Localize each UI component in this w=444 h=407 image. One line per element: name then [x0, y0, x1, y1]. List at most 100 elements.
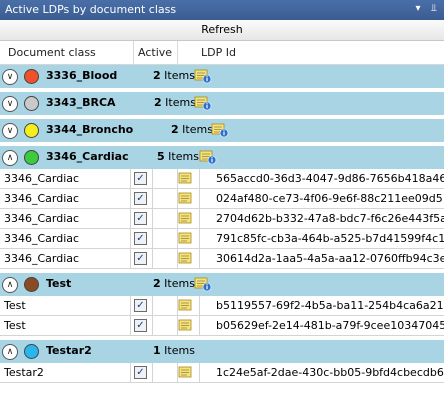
column-divider[interactable] — [177, 41, 178, 65]
group-row[interactable]: ∨ 3344_Broncho 2 Items — [0, 119, 444, 142]
active-checkbox[interactable]: ✓ — [134, 172, 147, 185]
column-header-document-class[interactable]: Document class — [8, 46, 96, 59]
cell-divider — [152, 316, 153, 336]
note-icon[interactable] — [178, 191, 196, 207]
group-name: Testar2 — [46, 344, 92, 357]
note-info-icon[interactable] — [194, 68, 212, 84]
status-dot-icon — [24, 123, 39, 138]
group-row[interactable]: ∧ Testar2 1 Items — [0, 340, 444, 363]
cell-divider — [130, 249, 131, 269]
group-row[interactable]: ∧ Test 2 Items — [0, 273, 444, 296]
active-checkbox[interactable]: ✓ — [134, 299, 147, 312]
column-header-row: Document class Active LDP Id — [0, 41, 444, 65]
pin-icon[interactable]: ⫫ — [428, 2, 440, 16]
cell-divider — [199, 209, 200, 229]
group-count-value: 5 — [157, 150, 165, 163]
group-count-label: Items — [165, 96, 196, 109]
expand-icon[interactable]: ∨ — [2, 123, 18, 139]
cell-document-class: Test — [4, 299, 26, 312]
group-name: Test — [46, 277, 72, 290]
note-icon[interactable] — [178, 251, 196, 267]
active-checkbox[interactable]: ✓ — [134, 192, 147, 205]
cell-divider — [130, 363, 131, 383]
cell-divider — [152, 229, 153, 249]
table-row[interactable]: Test ✓ b5119557-69f2-4b5a-ba11-254b4ca6a21… — [0, 296, 444, 316]
group-count-label: Items — [164, 69, 195, 82]
cell-divider — [199, 249, 200, 269]
table-row[interactable]: 3346_Cardiac ✓ 565accd0-36d3-4047-9d86-765… — [0, 169, 444, 189]
group-row[interactable]: ∨ 3336_Blood 2 Items — [0, 65, 444, 88]
group-name: 3343_BRCA — [46, 96, 116, 109]
column-header-active[interactable]: Active — [138, 46, 172, 59]
column-header-ldp-id[interactable]: LDP Id — [201, 46, 236, 59]
group-separator — [0, 383, 444, 387]
status-dot-icon — [24, 277, 39, 292]
note-icon[interactable] — [178, 318, 196, 334]
table-row[interactable]: 3346_Cardiac ✓ 2704d62b-b332-47a8-bdc7-f6c… — [0, 209, 444, 229]
group-count-value: 2 — [154, 96, 162, 109]
cell-divider — [130, 229, 131, 249]
cell-divider — [199, 169, 200, 189]
active-checkbox[interactable]: ✓ — [134, 366, 147, 379]
cell-ldp-id: 2704d62b-b332-47a8-bdc7-f6c26e443f5a — [216, 212, 444, 225]
cell-document-class: 3346_Cardiac — [4, 192, 80, 205]
group-count-value: 2 — [153, 69, 161, 82]
panel-title-bar: Active LDPs by document class ▾ ⫫ — [0, 0, 444, 20]
cell-divider — [199, 189, 200, 209]
note-info-icon[interactable] — [199, 149, 217, 165]
cell-ldp-id: 791c85fc-cb3a-464b-a525-b7d41599f4c1 — [216, 232, 444, 245]
cell-divider — [199, 296, 200, 316]
table-row[interactable]: 3346_Cardiac ✓ 791c85fc-cb3a-464b-a525-b7d… — [0, 229, 444, 249]
group-name: 3336_Blood — [46, 69, 118, 82]
table-row[interactable]: Testar2 ✓ 1c24e5af-2dae-430c-bb05-9bfd4cbe… — [0, 363, 444, 383]
dropdown-icon[interactable]: ▾ — [412, 2, 424, 16]
note-icon[interactable] — [178, 211, 196, 227]
cell-divider — [130, 296, 131, 316]
expand-icon[interactable]: ∨ — [2, 96, 18, 112]
panel-title: Active LDPs by document class — [5, 3, 177, 16]
cell-divider — [130, 209, 131, 229]
status-dot-icon — [24, 344, 39, 359]
cell-document-class: 3346_Cardiac — [4, 252, 80, 265]
cell-divider — [152, 209, 153, 229]
column-divider[interactable] — [133, 41, 134, 65]
note-icon[interactable] — [178, 171, 196, 187]
group-item-count: 2 Items — [154, 96, 196, 109]
expand-icon[interactable]: ∨ — [2, 69, 18, 85]
status-dot-icon — [24, 150, 39, 165]
cell-divider — [130, 169, 131, 189]
group-count-label: Items — [164, 344, 195, 357]
collapse-icon[interactable]: ∧ — [2, 344, 18, 360]
note-info-icon[interactable] — [194, 276, 212, 292]
note-info-icon[interactable] — [211, 122, 229, 138]
active-checkbox[interactable]: ✓ — [134, 232, 147, 245]
group-count-value: 1 — [153, 344, 161, 357]
note-icon[interactable] — [178, 365, 196, 381]
cell-divider — [199, 316, 200, 336]
status-dot-icon — [24, 96, 39, 111]
table-row[interactable]: Test ✓ b05629ef-2e14-481b-a79f-9cee1034704… — [0, 316, 444, 336]
status-dot-icon — [24, 69, 39, 84]
active-checkbox[interactable]: ✓ — [134, 212, 147, 225]
note-info-icon[interactable] — [194, 95, 212, 111]
table-row[interactable]: 3346_Cardiac ✓ 30614d2a-1aa5-4a5a-aa12-076… — [0, 249, 444, 269]
group-row[interactable]: ∨ 3343_BRCA 2 Items — [0, 92, 444, 115]
group-item-count: 2 Items — [153, 277, 195, 290]
group-row[interactable]: ∧ 3346_Cardiac 5 Items — [0, 146, 444, 169]
cell-divider — [152, 296, 153, 316]
group-item-count: 2 Items — [153, 69, 195, 82]
active-checkbox[interactable]: ✓ — [134, 252, 147, 265]
collapse-icon[interactable]: ∧ — [2, 150, 18, 166]
group-count-value: 2 — [171, 123, 179, 136]
refresh-button[interactable]: Refresh — [0, 20, 444, 41]
active-checkbox[interactable]: ✓ — [134, 319, 147, 332]
group-item-count: 2 Items — [171, 123, 213, 136]
table-row[interactable]: 3346_Cardiac ✓ 024af480-ce73-4f06-9e6f-88c… — [0, 189, 444, 209]
cell-ldp-id: b5119557-69f2-4b5a-ba11-254b4ca6a21d — [216, 299, 444, 312]
cell-document-class: 3346_Cardiac — [4, 232, 80, 245]
note-icon[interactable] — [178, 231, 196, 247]
cell-ldp-id: 1c24e5af-2dae-430c-bb05-9bfd4cbecdb6 — [216, 366, 444, 379]
collapse-icon[interactable]: ∧ — [2, 277, 18, 293]
cell-document-class: 3346_Cardiac — [4, 172, 80, 185]
note-icon[interactable] — [178, 298, 196, 314]
